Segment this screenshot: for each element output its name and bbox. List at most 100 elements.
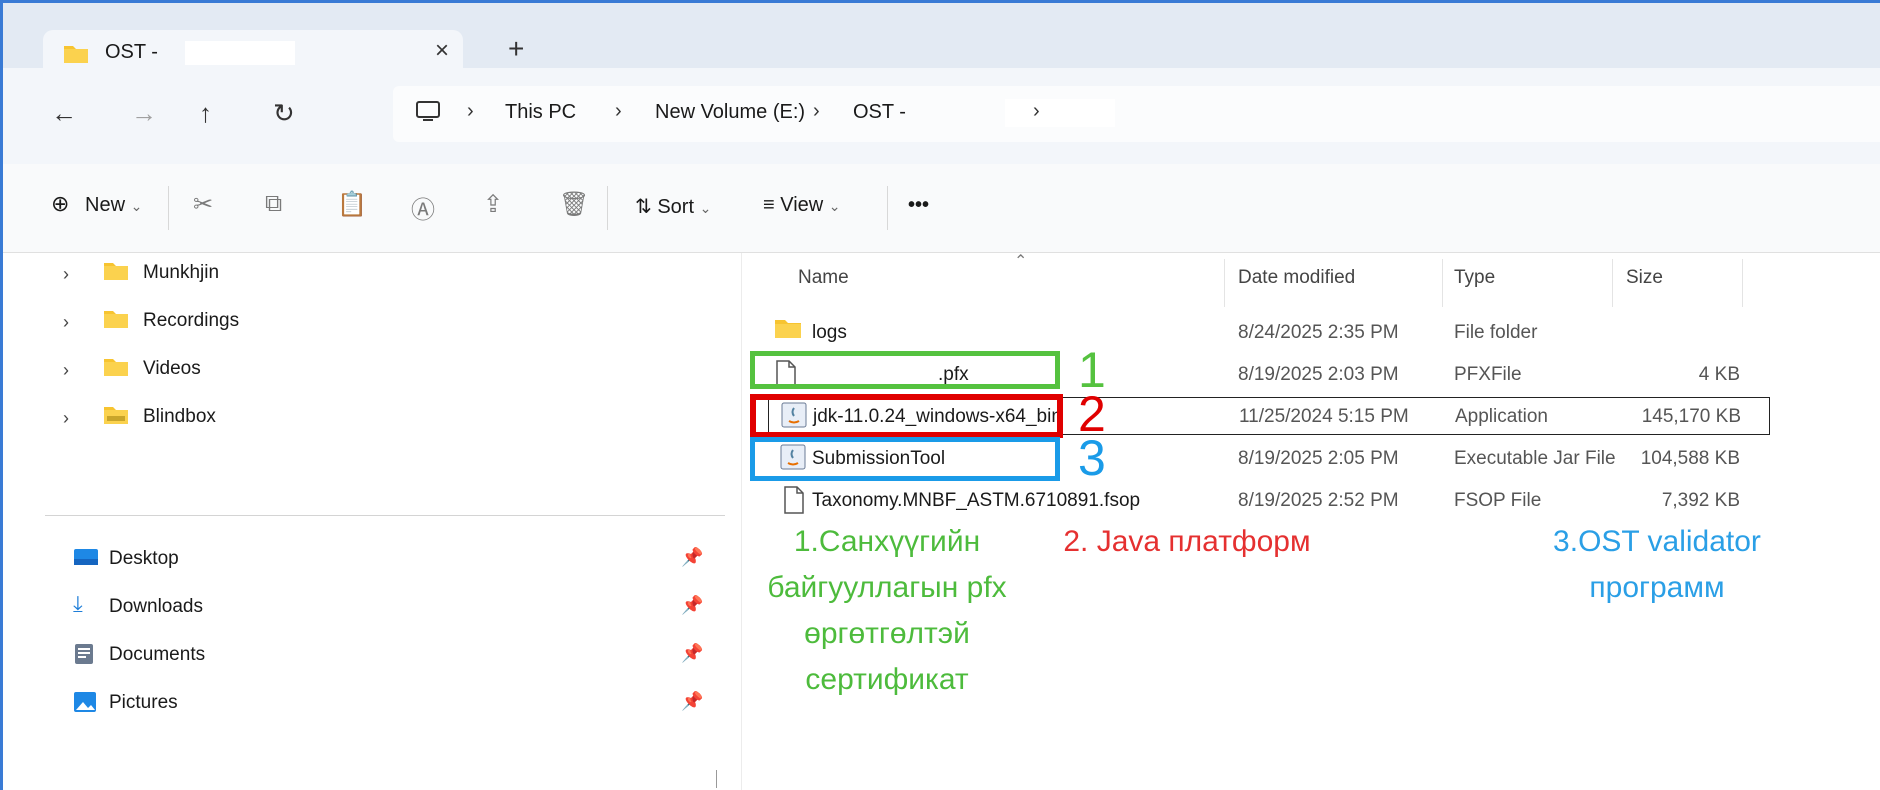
pin-icon[interactable]: 📌 — [681, 547, 703, 568]
breadcrumb-ost[interactable]: OST - — [853, 101, 906, 124]
pin-icon[interactable]: 📌 — [681, 643, 703, 664]
annotation-note-2: 2. Java платформ — [1042, 519, 1332, 565]
back-button[interactable]: ← — [51, 98, 77, 129]
breadcrumb[interactable]: › This PC › New Volume (E:) › OST - › — [393, 86, 1880, 142]
new-tab-button[interactable]: + — [508, 33, 524, 65]
folder-icon — [774, 318, 802, 345]
file-icon — [782, 486, 806, 519]
file-type: PFXFile — [1454, 364, 1522, 385]
column-header-type[interactable]: Type — [1454, 267, 1495, 289]
file-size: 104,588 KB — [1640, 448, 1740, 469]
expand-arrow-icon[interactable]: › — [63, 264, 69, 285]
new-button[interactable]: New ⌄ — [85, 194, 142, 217]
up-button[interactable]: ↑ — [199, 98, 212, 129]
address-bar: ← → ↑ ↻ › This PC › New Volume (E:) › OS… — [3, 68, 1880, 164]
paste-icon[interactable]: 📋 — [337, 190, 367, 219]
expand-arrow-icon[interactable]: › — [63, 408, 69, 429]
file-type: FSOP File — [1454, 490, 1542, 511]
column-divider[interactable] — [1742, 259, 1743, 307]
annotation-box-green — [750, 351, 1060, 389]
this-pc-icon[interactable] — [415, 100, 441, 129]
pictures-icon — [73, 691, 97, 718]
sidebar-item-label: Downloads — [109, 596, 203, 617]
file-date: 8/19/2025 2:03 PM — [1238, 364, 1399, 385]
pin-icon[interactable]: 📌 — [681, 595, 703, 616]
breadcrumb-separator: › — [467, 100, 474, 122]
breadcrumb-separator: › — [615, 100, 622, 122]
file-type: File folder — [1454, 322, 1538, 343]
redacted-area — [1005, 99, 1115, 127]
pane-splitter[interactable] — [716, 770, 717, 788]
annotation-line: өргөтгөлтэй — [804, 617, 970, 650]
expand-arrow-icon[interactable]: › — [63, 360, 69, 381]
sidebar-item-recordings[interactable]: › Recordings — [3, 301, 733, 341]
annotation-line: 1.Санхүүгийн — [793, 525, 981, 558]
table-row[interactable]: logs 8/24/2025 2:35 PM File folder — [742, 313, 1852, 353]
more-options-button[interactable]: ••• — [908, 194, 929, 217]
sort-label: Sort — [657, 196, 695, 218]
sidebar-item-label: Blindbox — [143, 406, 216, 427]
file-name: Taxonomy.MNBF_ASTM.6710891.fsop — [812, 490, 1141, 511]
forward-button[interactable]: → — [131, 98, 157, 129]
sort-icon: ⇅ — [635, 196, 652, 218]
annotation-note-1: 1.Санхүүгийн байгууллагын pfx өргөтгөлтэ… — [742, 519, 1032, 703]
expand-arrow-icon[interactable]: › — [63, 312, 69, 333]
column-header-name[interactable]: Name — [798, 267, 849, 289]
sidebar-item-desktop[interactable]: Desktop 📌 — [3, 539, 733, 579]
sort-caret-icon: ⌃ — [1014, 253, 1028, 270]
refresh-button[interactable]: ↻ — [273, 98, 295, 129]
folder-icon — [103, 357, 129, 382]
sidebar-item-documents[interactable]: Documents 📌 — [3, 635, 733, 675]
delete-icon[interactable]: 🗑 — [559, 190, 589, 219]
file-size: 145,170 KB — [1641, 406, 1741, 427]
folder-icon — [103, 405, 129, 430]
annotation-line: байгууллагын pfx — [767, 571, 1007, 604]
column-divider[interactable] — [1612, 259, 1613, 307]
view-icon: ≡ — [763, 194, 775, 216]
new-button-label: New — [85, 194, 126, 216]
toolbar-divider — [607, 186, 608, 230]
chevron-down-icon: ⌄ — [699, 200, 712, 216]
desktop-icon — [73, 547, 99, 572]
table-row[interactable]: Taxonomy.MNBF_ASTM.6710891.fsop 8/19/202… — [742, 481, 1852, 521]
file-date: 8/24/2025 2:35 PM — [1238, 322, 1399, 343]
chevron-down-icon: ⌄ — [130, 198, 143, 214]
sidebar-item-munkhjin[interactable]: › Munkhjin — [3, 253, 733, 293]
sidebar-item-blindbox[interactable]: › Blindbox — [3, 397, 733, 437]
annotation-line: 2. Java платформ — [1063, 525, 1311, 558]
sidebar-item-videos[interactable]: › Videos — [3, 349, 733, 389]
share-icon[interactable]: ⇪ — [483, 190, 503, 219]
breadcrumb-new-volume[interactable]: New Volume (E:) — [655, 101, 805, 124]
folder-icon — [63, 42, 89, 69]
pin-icon[interactable]: 📌 — [681, 691, 703, 712]
file-size: 7,392 KB — [1661, 490, 1740, 511]
file-type: Executable Jar File — [1454, 448, 1616, 469]
column-divider[interactable] — [1224, 259, 1225, 307]
copy-icon[interactable]: ⧉ — [265, 190, 282, 218]
sort-button[interactable]: ⇅ Sort ⌄ — [635, 194, 711, 219]
sidebar-item-pictures[interactable]: Pictures 📌 — [3, 683, 733, 723]
tab-bar: OST - × + — [3, 3, 1880, 82]
tab-title: OST - — [105, 41, 158, 63]
annotation-number-3: 3 — [1078, 430, 1106, 486]
sidebar-item-label: Recordings — [143, 310, 240, 331]
file-date: 11/25/2024 5:15 PM — [1239, 406, 1409, 427]
column-header-size[interactable]: Size — [1626, 267, 1663, 289]
annotation-note-3: 3.OST validator программ — [1512, 519, 1802, 611]
sidebar-item-label: Videos — [143, 358, 201, 379]
sidebar-item-label: Desktop — [109, 548, 179, 569]
column-divider[interactable] — [1442, 259, 1443, 307]
sidebar-item-downloads[interactable]: ⤓ Downloads 📌 — [3, 587, 733, 627]
rename-icon[interactable]: Ⓐ — [411, 190, 435, 225]
new-plus-icon[interactable]: ⊕ — [51, 191, 69, 217]
close-tab-icon[interactable]: × — [435, 37, 449, 65]
breadcrumb-separator: › — [1033, 100, 1040, 122]
file-list: ⌃ Name Date modified Type Size logs 8/24… — [742, 253, 1880, 790]
cut-icon[interactable]: ✂ — [193, 190, 213, 219]
sidebar-divider — [45, 515, 725, 516]
breadcrumb-this-pc[interactable]: This PC — [505, 101, 576, 124]
annotation-line: программ — [1589, 571, 1725, 604]
redacted-area — [185, 41, 295, 65]
view-button[interactable]: ≡ View ⌄ — [763, 194, 841, 217]
column-header-date[interactable]: Date modified — [1238, 267, 1355, 289]
